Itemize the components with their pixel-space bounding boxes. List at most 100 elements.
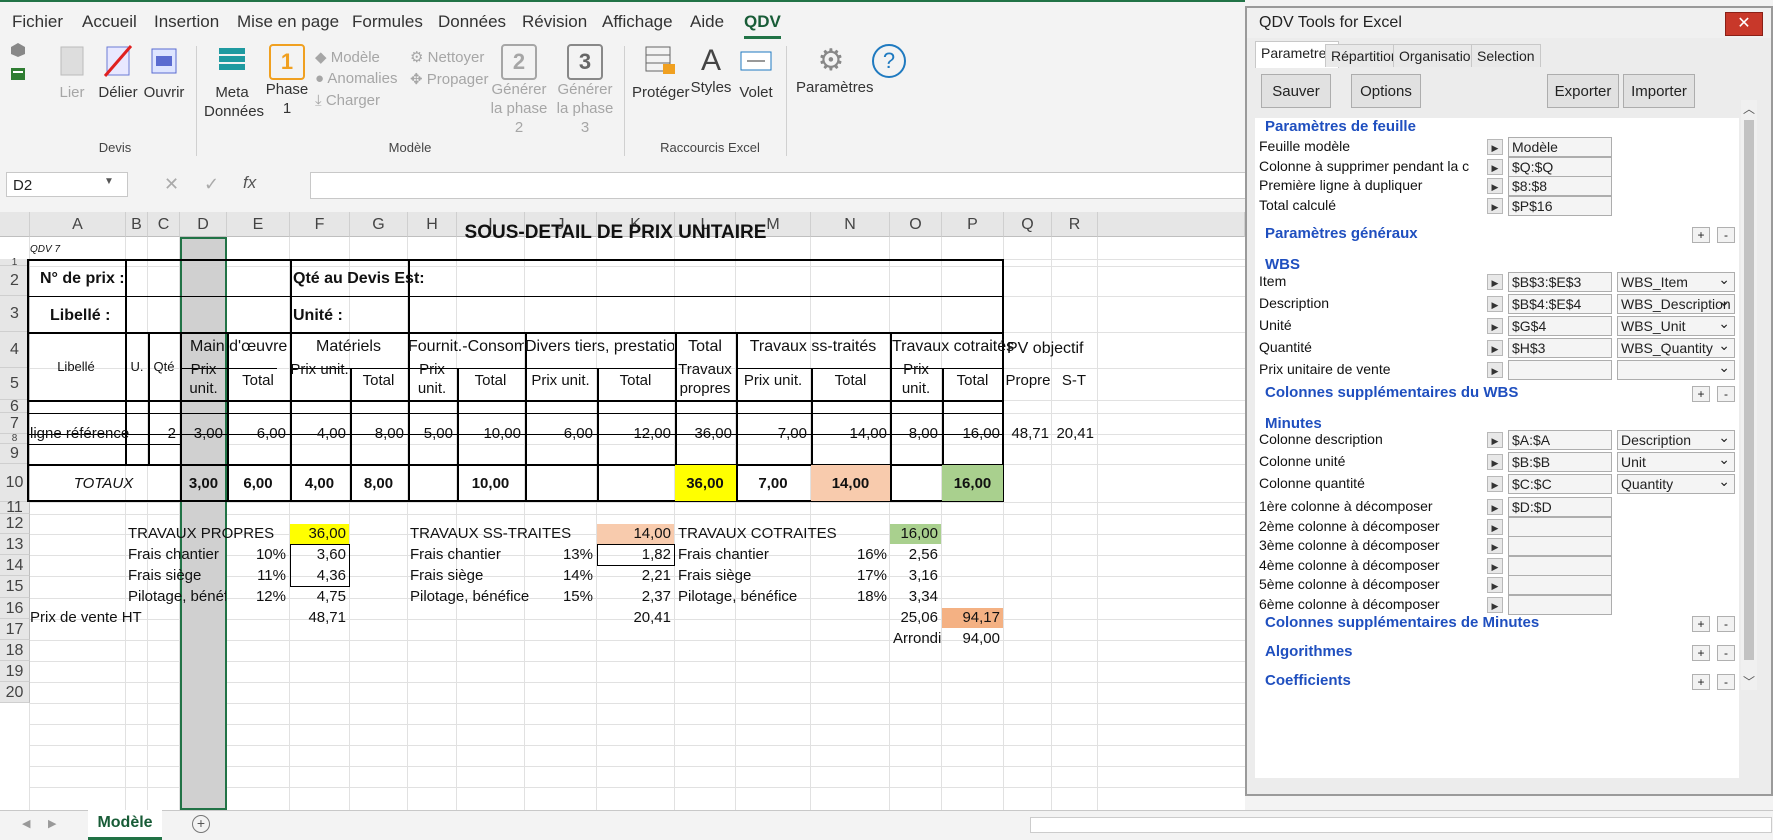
feuille-pick-button-0[interactable]: ▶ [1487, 139, 1503, 155]
tab-formules[interactable]: Formules [352, 12, 423, 32]
row-header-20[interactable]: 20 [0, 682, 30, 703]
help-button[interactable]: ? [872, 44, 906, 78]
minutes-field-1[interactable]: $B:$B [1508, 452, 1612, 472]
decomp-field-1[interactable] [1508, 516, 1612, 537]
decomp-field-0[interactable]: $D:$D [1508, 497, 1612, 517]
decomp-field-3[interactable] [1508, 555, 1612, 576]
save-button[interactable]: Sauver [1261, 74, 1331, 108]
feuille-pick-button-1[interactable]: ▶ [1487, 158, 1503, 175]
wbs-pick-button-0[interactable]: ▶ [1487, 274, 1503, 290]
meta-donnees-button[interactable]: Meta Données [204, 44, 264, 121]
decomp-pick-button-2[interactable]: ▶ [1487, 538, 1503, 554]
row-header-10[interactable]: 10 [0, 464, 30, 502]
wbs-pick-button-4[interactable]: ▶ [1487, 362, 1503, 378]
row-header-4[interactable]: 4 [0, 332, 30, 368]
expand-algorithmes-button[interactable]: + [1692, 645, 1710, 661]
scroll-thumb[interactable] [1744, 120, 1754, 660]
decomp-pick-button-1[interactable]: ▶ [1487, 518, 1503, 535]
decomp-pick-button-4[interactable]: ▶ [1487, 577, 1503, 593]
row-header-1[interactable]: 1 [0, 258, 30, 268]
feuille-field-0[interactable]: Modèle [1508, 137, 1612, 157]
row-header-9[interactable]: 9 [0, 444, 30, 464]
row-header-13[interactable]: 13 [0, 534, 30, 555]
collapse-generaux-button[interactable]: - [1717, 227, 1735, 243]
proteger-button[interactable]: Protéger [632, 44, 690, 102]
parametres-button[interactable]: ⚙ Paramètres [796, 44, 874, 97]
next-sheet-icon[interactable]: ▶ [48, 817, 56, 830]
row-header-11[interactable]: 11 [0, 500, 30, 516]
minutes-pick-button-1[interactable]: ▶ [1487, 454, 1503, 470]
expand-minutes-sup-button[interactable]: + [1692, 616, 1710, 632]
row-header-18[interactable]: 18 [0, 640, 30, 661]
wbs-select-2[interactable]: WBS_Unit [1617, 314, 1735, 336]
minutes-pick-button-2[interactable]: ▶ [1487, 476, 1503, 492]
generer-phase2-button[interactable]: 2 Générer la phase 2 [486, 44, 552, 137]
export-button[interactable]: Exporter [1547, 74, 1619, 108]
tab-affichage[interactable]: Affichage [602, 12, 673, 32]
tab-aide[interactable]: Aide [690, 12, 724, 32]
tab-revision[interactable]: Révision [522, 12, 587, 32]
row-header-2[interactable]: 2 [0, 266, 30, 296]
wbs-select-3[interactable]: WBS_Quantity [1617, 336, 1735, 358]
feuille-field-3[interactable]: $P$16 [1508, 195, 1612, 216]
feuille-pick-button-2[interactable]: ▶ [1487, 178, 1503, 194]
wbs-field-2[interactable]: $G$4 [1508, 316, 1612, 336]
minutes-select-1[interactable]: Unit [1617, 450, 1735, 472]
generer-phase3-button[interactable]: 3 Générer la phase 3 [552, 44, 618, 137]
decomp-field-5[interactable] [1508, 594, 1612, 615]
row-header-16[interactable]: 16 [0, 598, 30, 619]
feuille-field-2[interactable]: $8:$8 [1508, 176, 1612, 196]
phase1-button[interactable]: 1 Phase 1 [264, 44, 310, 118]
anomalies-button[interactable]: ● Anomalies [315, 70, 397, 87]
expand-coefficients-button[interactable]: + [1692, 674, 1710, 690]
expand-generaux-button[interactable]: + [1692, 227, 1710, 243]
collapse-minutes-sup-button[interactable]: - [1717, 616, 1735, 632]
row-header-15[interactable]: 15 [0, 576, 30, 598]
formula-input[interactable] [310, 172, 1247, 199]
sheet-tab-modele[interactable]: Modèle [88, 810, 162, 840]
wbs-pick-button-1[interactable]: ▶ [1487, 296, 1503, 312]
minutes-select-0[interactable]: Description [1617, 428, 1735, 450]
row-header-8[interactable]: 8 [0, 434, 30, 444]
feuille-pick-button-3[interactable]: ▶ [1487, 197, 1503, 214]
wbs-select-1[interactable]: WBS_Description [1617, 292, 1735, 314]
row-header-19[interactable]: 19 [0, 661, 30, 682]
decomp-pick-button-3[interactable]: ▶ [1487, 557, 1503, 574]
col-header-c[interactable]: C [148, 212, 180, 237]
charger-button[interactable]: ⤓ Charger [315, 92, 380, 109]
function-icon[interactable]: fx [243, 173, 256, 193]
tab-insertion[interactable]: Insertion [154, 12, 219, 32]
section-minutes-sup[interactable]: Colonnes supplémentaires de Minutes [1265, 614, 1539, 631]
wbs-field-3[interactable]: $H$3 [1508, 338, 1612, 358]
check-icon[interactable]: ✓ [204, 174, 219, 195]
panel-tab-selection[interactable]: Selection [1471, 44, 1541, 67]
minutes-pick-button-0[interactable]: ▶ [1487, 432, 1503, 448]
wbs-pick-button-3[interactable]: ▶ [1487, 340, 1503, 356]
tab-qdv[interactable]: QDV [744, 12, 781, 39]
propager-button[interactable]: ✥ Propager [410, 70, 488, 88]
col-header-q[interactable]: Q [1004, 212, 1052, 237]
row-header-6[interactable]: 6 [0, 399, 30, 415]
decomp-pick-button-5[interactable]: ▶ [1487, 596, 1503, 613]
scroll-up-icon[interactable]: ︿ [1741, 100, 1757, 117]
minutes-field-2[interactable]: $C:$C [1508, 474, 1612, 494]
row-header-17[interactable]: 17 [0, 619, 30, 640]
styles-button[interactable]: A Styles [690, 44, 732, 97]
add-sheet-icon[interactable]: + [192, 815, 210, 833]
cancel-icon[interactable]: ✕ [164, 174, 179, 195]
worksheet-grid[interactable]: A B C D E F G H I J K L M N O P Q R 1 2 3 4 5 6 7 8 9 10 11 12 13 14 15 1… [0, 212, 1245, 810]
row-header-14[interactable]: 14 [0, 555, 30, 576]
nettoyer-button[interactable]: ⚙ Nettoyer [410, 48, 484, 66]
decomp-field-2[interactable] [1508, 536, 1612, 556]
wbs-select-4[interactable] [1617, 358, 1735, 380]
col-header-a[interactable]: A [30, 212, 126, 237]
wbs-field-1[interactable]: $B$4:$E$4 [1508, 294, 1612, 314]
section-parametres-generaux[interactable]: Paramètres généraux [1265, 225, 1418, 242]
wbs-select-0[interactable]: WBS_Item [1617, 270, 1735, 292]
row-header-3[interactable]: 3 [0, 296, 30, 332]
import-button[interactable]: Importer [1623, 74, 1695, 108]
section-coefficients[interactable]: Coefficients [1265, 672, 1351, 689]
collapse-coefficients-button[interactable]: - [1717, 674, 1735, 690]
tab-accueil[interactable]: Accueil [82, 12, 137, 32]
tab-mise-en-page[interactable]: Mise en page [237, 12, 339, 32]
